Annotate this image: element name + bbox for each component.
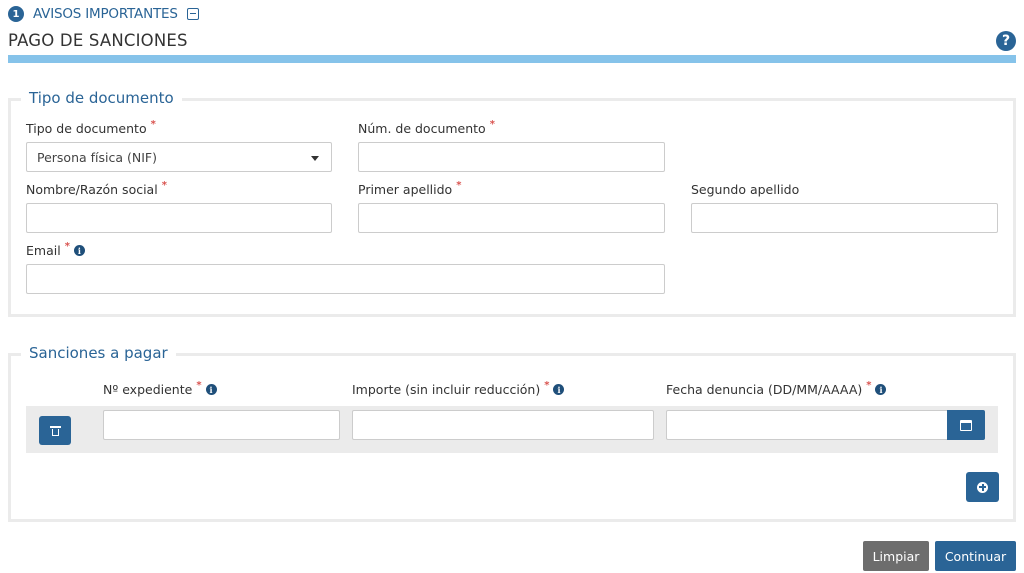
primer-apellido-label: Primer apellido *: [358, 180, 462, 197]
avisos-count-badge: 1: [8, 6, 24, 22]
tipo-documento-value: Persona física (NIF): [37, 149, 157, 165]
add-row-button[interactable]: [966, 472, 999, 502]
page-title: PAGO DE SANCIONES: [8, 31, 188, 50]
email-label: Email * i: [26, 241, 85, 258]
title-divider-bar: [8, 55, 1016, 63]
trash-icon: [49, 425, 61, 436]
num-documento-label: Núm. de documento *: [358, 119, 495, 136]
delete-row-button[interactable]: [39, 416, 71, 445]
nombre-input[interactable]: [26, 203, 332, 233]
limpiar-button[interactable]: Limpiar: [863, 541, 929, 571]
expediente-input[interactable]: [103, 410, 340, 440]
info-icon[interactable]: i: [553, 384, 565, 395]
info-icon[interactable]: i: [73, 245, 85, 256]
panel-tipo-documento: Tipo de documento Tipo de documento * Pe…: [8, 89, 1016, 317]
calendar-icon: [960, 419, 972, 431]
required-marker: *: [544, 380, 550, 391]
sancion-row: [26, 406, 998, 453]
info-icon[interactable]: i: [875, 384, 887, 395]
required-marker: *: [161, 180, 167, 191]
panel-legend: Sanciones a pagar: [21, 344, 176, 362]
expediente-label: Nº expediente * i: [103, 380, 217, 397]
required-marker: *: [489, 119, 495, 130]
tipo-documento-select[interactable]: Persona física (NIF): [26, 142, 332, 172]
fecha-label: Fecha denuncia (DD/MM/AAAA) * i: [666, 380, 887, 397]
avisos-label[interactable]: AVISOS IMPORTANTES: [33, 6, 178, 22]
required-marker: *: [456, 180, 462, 191]
email-input[interactable]: [26, 264, 665, 294]
fecha-input[interactable]: [666, 410, 948, 440]
help-icon[interactable]: ?: [996, 31, 1016, 51]
tipo-documento-label: Tipo de documento *: [26, 119, 156, 136]
nombre-label: Nombre/Razón social *: [26, 180, 167, 197]
collapse-icon[interactable]: [186, 8, 199, 20]
required-marker: *: [866, 380, 872, 391]
avisos-importantes-toggle[interactable]: 1 AVISOS IMPORTANTES: [8, 5, 199, 23]
primer-apellido-input[interactable]: [358, 203, 665, 233]
importe-input[interactable]: [352, 410, 654, 440]
required-marker: *: [196, 380, 202, 391]
panel-legend: Tipo de documento: [21, 89, 182, 107]
importe-label: Importe (sin incluir reducción) * i: [352, 380, 565, 397]
calendar-button[interactable]: [947, 410, 985, 440]
continuar-button[interactable]: Continuar: [935, 541, 1016, 571]
segundo-apellido-label: Segundo apellido: [691, 182, 800, 197]
required-marker: *: [64, 241, 70, 252]
num-documento-input[interactable]: [358, 142, 665, 172]
required-marker: *: [150, 119, 156, 130]
chevron-down-icon: [311, 156, 319, 161]
plus-circle-icon: [977, 481, 988, 493]
segundo-apellido-input[interactable]: [691, 203, 998, 233]
info-icon[interactable]: i: [205, 384, 217, 395]
panel-sanciones: Sanciones a pagar Nº expediente * i Impo…: [8, 344, 1016, 522]
